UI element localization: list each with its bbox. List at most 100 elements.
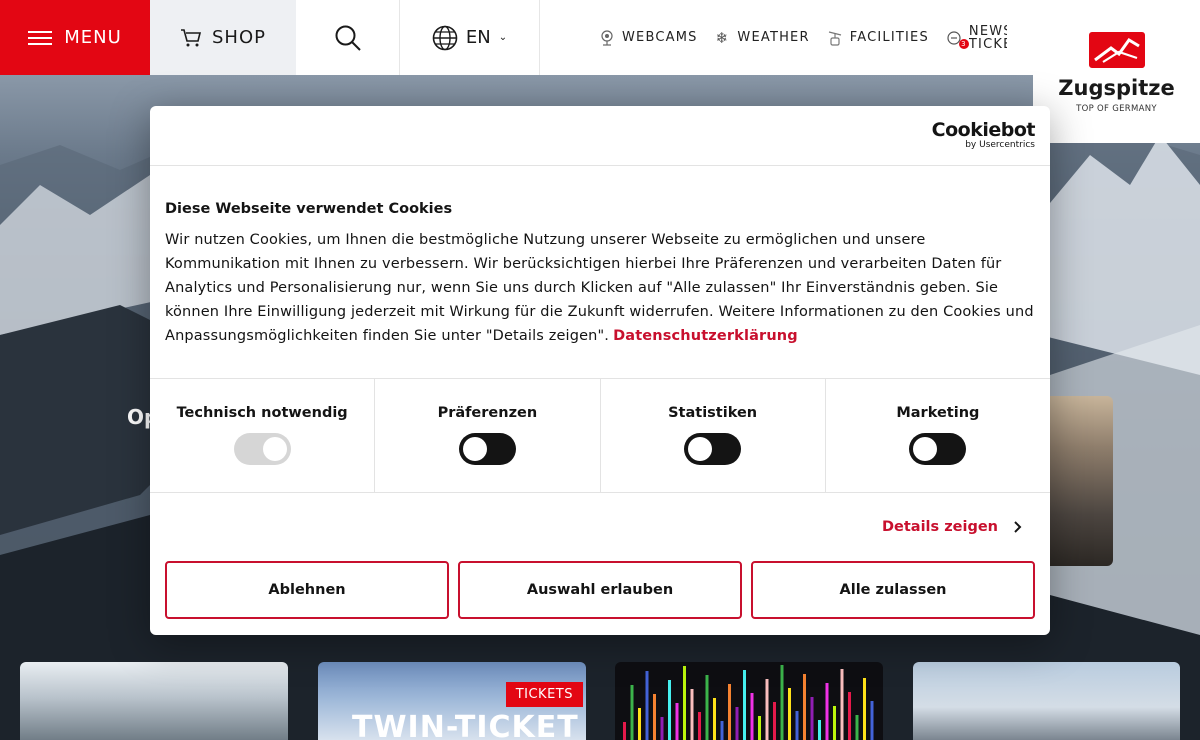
decline-button[interactable]: Ablehnen: [165, 561, 449, 619]
decorative-bar: [863, 678, 866, 740]
category-label: Präferenzen: [437, 405, 538, 421]
megaphone-icon: 3: [947, 30, 969, 49]
decorative-bar: [795, 711, 799, 740]
zugspitze-logo-mark: [1088, 32, 1145, 68]
nav-webcams-label: WEBCAMS: [622, 30, 698, 45]
decorative-bar: [623, 722, 626, 740]
decorative-bar: [705, 675, 709, 740]
category-label: Technisch notwendig: [176, 405, 348, 421]
teaser-card-4[interactable]: [913, 662, 1180, 740]
snowflake-icon: ❄: [715, 28, 730, 47]
site-logo[interactable]: Zugspitze TOP OF GERMANY: [1033, 0, 1200, 143]
nav-weather-label: WEATHER: [737, 30, 810, 45]
decorative-bar: [825, 683, 829, 740]
category-necessary: Technisch notwendig: [150, 379, 376, 492]
necessary-toggle: [233, 433, 291, 465]
preferences-toggle[interactable]: [458, 433, 516, 465]
category-label: Statistiken: [668, 405, 758, 421]
decorative-bar: [855, 715, 859, 740]
language-label: EN: [465, 27, 491, 48]
decorative-bar: [743, 670, 746, 740]
top-navigation: WEBCAMS ❄ WEATHER FACILITIES 3 NEWS TICK…: [540, 0, 1007, 75]
nav-weather[interactable]: ❄ WEATHER: [716, 29, 810, 47]
nav-facilities-label: FACILITIES: [849, 30, 929, 45]
notification-count-badge: 3: [958, 38, 969, 49]
teaser-card-1[interactable]: [20, 662, 288, 740]
teaser-card-3[interactable]: [615, 662, 883, 740]
category-preferences: Präferenzen: [375, 379, 601, 492]
decorative-bar: [683, 666, 686, 740]
hamburger-icon: [28, 30, 53, 45]
cookiebot-name: Cookiebot: [931, 119, 1036, 141]
marketing-toggle[interactable]: [909, 433, 967, 465]
logo-name: Zugspitze: [1058, 76, 1175, 100]
decorative-bar: [653, 694, 656, 740]
decorative-bar: [660, 717, 664, 740]
decorative-bar: [728, 684, 731, 740]
newsticker-label: NEWS TICKE: [969, 25, 1007, 51]
decorative-bar: [698, 712, 701, 740]
details-row: Details zeigen: [150, 493, 1050, 561]
decorative-bar: [803, 674, 806, 740]
category-statistics: Statistiken: [601, 379, 826, 492]
shop-button[interactable]: SHOP: [150, 0, 296, 75]
decorative-bar: [870, 701, 874, 740]
decorative-bar: [833, 706, 836, 740]
logo-tagline: TOP OF GERMANY: [1076, 104, 1157, 114]
allow-selection-button[interactable]: Auswahl erlauben: [458, 561, 742, 619]
cookiebot-sub: by Usercentrics: [965, 140, 1035, 150]
teaser-card-twin-ticket[interactable]: TICKETS TWIN-TICKET: [318, 662, 586, 740]
decorative-bar: [788, 688, 791, 740]
shop-label: SHOP: [212, 27, 266, 48]
cookie-consent-dialog: Cookiebot by Usercentrics Diese Webseite…: [150, 106, 1050, 635]
allow-all-button[interactable]: Alle zulassen: [751, 561, 1035, 619]
language-selector[interactable]: EN ⌄: [400, 0, 540, 75]
decorative-bar: [720, 721, 724, 740]
decorative-bar: [630, 685, 634, 740]
card-title: TWIN-TICKET: [352, 710, 579, 740]
decorative-bar: [713, 698, 716, 740]
newsticker-line-2: TICKE: [968, 36, 1007, 51]
decorative-bar: [810, 697, 814, 740]
privacy-policy-link[interactable]: Datenschutzerklärung: [613, 328, 798, 344]
chevron-right-icon[interactable]: [1014, 521, 1022, 533]
consent-categories: Technisch notwendig Präferenzen Statisti…: [150, 379, 1050, 493]
decorative-bar: [840, 669, 844, 740]
decorative-bar: [690, 689, 694, 740]
menu-label: MENU: [64, 27, 122, 48]
category-label: Marketing: [896, 405, 980, 421]
dialog-actions: Ablehnen Auswahl erlauben Alle zulassen: [150, 561, 1050, 619]
decorative-bar: [735, 707, 739, 740]
statistics-toggle[interactable]: [684, 433, 742, 465]
decorative-bar: [758, 716, 761, 740]
decorative-bar: [818, 720, 821, 740]
dialog-body: Diese Webseite verwendet Cookies Wir nut…: [150, 166, 1050, 379]
search-button[interactable]: [296, 0, 400, 75]
cable-car-icon: [828, 30, 841, 46]
search-icon: [335, 25, 361, 51]
site-header: MENU SHOP EN ⌄ WEBCAMS ❄ WEATHER FACILIT…: [0, 0, 1200, 75]
dialog-title: Diese Webseite verwendet Cookies: [165, 201, 453, 217]
decorative-bar: [668, 680, 671, 740]
nav-newsticker[interactable]: 3 NEWS TICKE: [947, 25, 1007, 51]
dialog-description-text: Wir nutzen Cookies, um Ihnen die bestmög…: [165, 232, 1034, 344]
decorative-bar: [780, 665, 784, 740]
menu-button[interactable]: MENU: [0, 0, 150, 75]
decorative-bar: [848, 692, 851, 740]
category-marketing: Marketing: [826, 379, 1050, 492]
chevron-down-icon: ⌄: [498, 32, 508, 43]
cart-icon: [181, 28, 202, 46]
dialog-header: Cookiebot by Usercentrics: [150, 106, 1050, 166]
dialog-description: Wir nutzen Cookies, um Ihnen die bestmög…: [165, 228, 1035, 348]
decorative-bar: [638, 708, 641, 740]
nav-facilities[interactable]: FACILITIES: [828, 30, 929, 46]
decorative-bar: [645, 671, 649, 740]
card-graphic: [623, 665, 874, 740]
show-details-link[interactable]: Details zeigen: [882, 519, 998, 535]
decorative-bar: [765, 679, 769, 740]
globe-icon: [432, 25, 458, 50]
teaser-image[interactable]: [1050, 396, 1113, 566]
nav-webcams[interactable]: WEBCAMS: [600, 29, 698, 46]
webcam-icon: [601, 29, 613, 46]
cookiebot-logo[interactable]: Cookiebot by Usercentrics: [931, 119, 1036, 150]
